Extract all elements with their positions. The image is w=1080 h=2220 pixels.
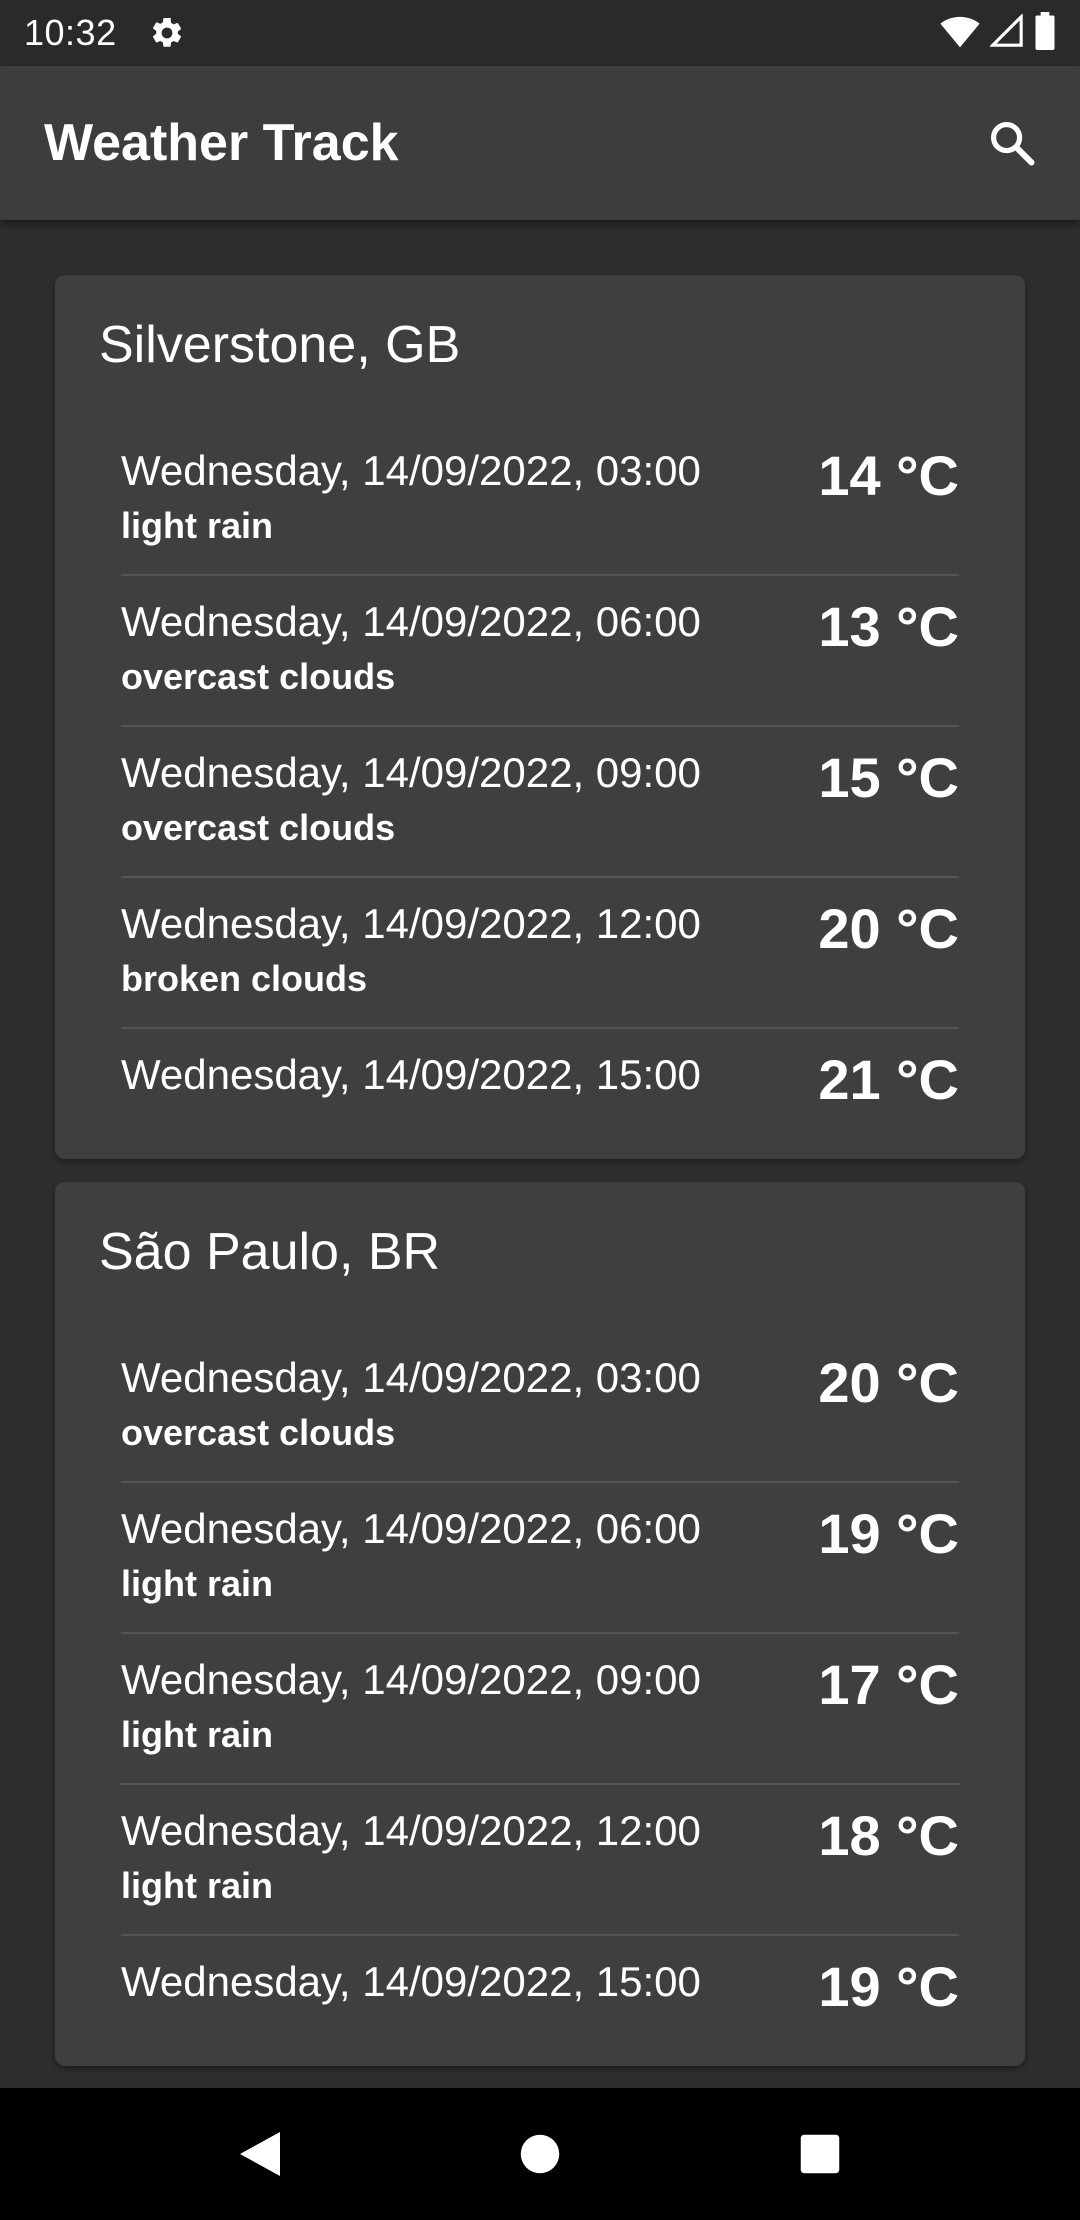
forecast-row[interactable]: Wednesday, 14/09/2022, 03:00 overcast cl… (121, 1332, 959, 1483)
forecast-temperature: 20 °C (818, 897, 959, 960)
signal-icon (989, 12, 1024, 53)
app-bar: Weather Track (0, 66, 1080, 220)
forecast-datetime: Wednesday, 14/09/2022, 09:00 (121, 1656, 701, 1703)
city-card[interactable]: São Paulo, BR Wednesday, 14/09/2022, 03:… (55, 1182, 1025, 2066)
forecast-content[interactable]: Silverstone, GB Wednesday, 14/09/2022, 0… (0, 220, 1080, 2088)
forecast-temperature: 19 °C (818, 1502, 959, 1565)
forecast-datetime: Wednesday, 14/09/2022, 06:00 (121, 598, 701, 645)
forecast-row[interactable]: Wednesday, 14/09/2022, 09:00 overcast cl… (121, 727, 959, 878)
forecast-datetime: Wednesday, 14/09/2022, 12:00 (121, 1807, 701, 1854)
forecast-temperature: 21 °C (818, 1048, 959, 1111)
forecast-temperature: 13 °C (818, 595, 959, 658)
forecast-temperature: 18 °C (818, 1804, 959, 1867)
forecast-temperature: 17 °C (818, 1653, 959, 1716)
forecast-row[interactable]: Wednesday, 14/09/2022, 12:00 broken clou… (121, 878, 959, 1029)
status-time: 10:32 (24, 12, 117, 53)
forecast-row[interactable]: Wednesday, 14/09/2022, 15:00 19 °C (121, 1936, 959, 2087)
forecast-row[interactable]: Wednesday, 14/09/2022, 09:00 light rain … (121, 1634, 959, 1785)
forecast-description: overcast clouds (121, 1412, 396, 1453)
forecast-description: overcast clouds (121, 656, 396, 697)
city-card[interactable]: Silverstone, GB Wednesday, 14/09/2022, 0… (55, 275, 1025, 1159)
forecast-row[interactable]: Wednesday, 14/09/2022, 06:00 light rain … (121, 1483, 959, 1634)
forecast-temperature: 20 °C (818, 1351, 959, 1414)
forecast-datetime: Wednesday, 14/09/2022, 12:00 (121, 900, 701, 947)
forecast-datetime: Wednesday, 14/09/2022, 06:00 (121, 1505, 701, 1552)
forecast-description: light rain (121, 1714, 273, 1755)
forecast-datetime: Wednesday, 14/09/2022, 15:00 (121, 1051, 701, 1098)
app-title: Weather Track (44, 114, 399, 172)
forecast-datetime: Wednesday, 14/09/2022, 03:00 (121, 447, 701, 494)
back-icon[interactable] (220, 2114, 300, 2194)
status-bar: 10:32 (0, 0, 1080, 66)
forecast-row[interactable]: Wednesday, 14/09/2022, 06:00 overcast cl… (121, 576, 959, 727)
forecast-temperature: 15 °C (818, 746, 959, 809)
home-icon[interactable] (500, 2114, 580, 2194)
battery-icon (1034, 11, 1056, 55)
forecast-description: broken clouds (121, 958, 368, 999)
search-icon[interactable] (980, 111, 1044, 175)
city-name: São Paulo, BR (99, 1223, 441, 1281)
forecast-row[interactable]: Wednesday, 14/09/2022, 15:00 21 °C (121, 1029, 959, 1180)
forecast-list: Wednesday, 14/09/2022, 03:00 overcast cl… (121, 1332, 959, 2087)
forecast-datetime: Wednesday, 14/09/2022, 03:00 (121, 1354, 701, 1401)
forecast-description: light rain (121, 1865, 273, 1906)
forecast-datetime: Wednesday, 14/09/2022, 09:00 (121, 749, 701, 796)
status-icons (940, 11, 1056, 55)
forecast-list: Wednesday, 14/09/2022, 03:00 light rain … (121, 425, 959, 1180)
city-name: Silverstone, GB (99, 316, 461, 374)
forecast-temperature: 19 °C (818, 1955, 959, 2018)
forecast-temperature: 14 °C (818, 444, 959, 507)
forecast-datetime: Wednesday, 14/09/2022, 15:00 (121, 1958, 701, 2005)
forecast-description: light rain (121, 505, 273, 546)
forecast-description: light rain (121, 1563, 273, 1604)
wifi-icon (940, 13, 980, 54)
forecast-description: overcast clouds (121, 807, 396, 848)
screen: 10:32 Weather Track Silverstone, GB Wedn… (0, 0, 1080, 2220)
forecast-row[interactable]: Wednesday, 14/09/2022, 12:00 light rain … (121, 1785, 959, 1936)
gear-icon (147, 13, 187, 53)
recents-icon[interactable] (780, 2114, 860, 2194)
forecast-row[interactable]: Wednesday, 14/09/2022, 03:00 light rain … (121, 425, 959, 576)
navigation-bar (0, 2088, 1080, 2220)
